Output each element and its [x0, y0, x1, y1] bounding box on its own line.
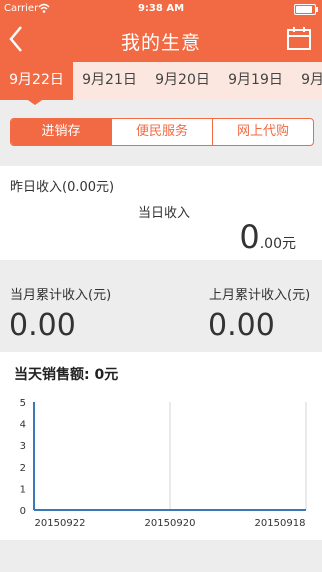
status-time: 9:38 AM: [137, 3, 185, 14]
segmented-control: 进销存 便民服务 网上代购: [10, 118, 314, 146]
segment-inventory[interactable]: 进销存: [11, 119, 111, 145]
yesterday-income: 昨日收入(0.00元): [10, 180, 115, 195]
date-tab[interactable]: 9月21日: [73, 62, 146, 100]
y-tick-label: 4: [20, 420, 26, 431]
date-tab[interactable]: 9月20日: [146, 62, 219, 100]
sales-card: 当天销售额: 0元 0 1 2 3 4 5 20150922 20150920 20150918: [0, 352, 322, 540]
page-title: 我的生意: [120, 32, 201, 54]
segment-services[interactable]: 便民服务: [112, 119, 212, 145]
calendar-button[interactable]: [286, 26, 312, 52]
this-month-value: 0.00: [9, 308, 76, 343]
date-tab[interactable]: 9月22日: [0, 62, 73, 100]
date-tab[interactable]: 9月18日: [292, 62, 322, 100]
today-income-value: 0.00元: [239, 218, 296, 256]
segment-area: 进销存 便民服务 网上代购: [0, 106, 322, 158]
x-tick-label: 20150920: [145, 518, 196, 529]
selected-date-pointer: [25, 98, 45, 105]
x-tick-label: 20150922: [35, 518, 86, 529]
y-tick-label: 0: [20, 506, 26, 517]
daily-sales-label: 当天销售额: 0元: [14, 367, 119, 383]
today-income-main: 0: [239, 218, 260, 256]
x-tick-label: 20150918: [255, 518, 306, 529]
y-tick-label: 2: [20, 463, 26, 474]
nav-bar: 我的生意: [0, 18, 322, 62]
income-card: 昨日收入(0.00元) 当日收入 0.00元: [0, 166, 322, 260]
y-tick-label: 5: [20, 398, 26, 409]
last-month-label: 上月累计收入(元): [209, 288, 311, 303]
this-month-label: 当月累计收入(元): [10, 288, 112, 303]
y-tick-label: 3: [20, 441, 26, 452]
date-tab[interactable]: 9月19日: [219, 62, 292, 100]
today-income-unit: .00元: [259, 236, 296, 252]
last-month-value: 0.00: [208, 308, 275, 343]
date-tabs: 9月22日 9月21日 9月20日 9月19日 9月18日: [0, 62, 322, 100]
sales-chart: 0 1 2 3 4 5 20150922 20150920 20150918: [20, 398, 307, 529]
monthly-income-card: 当月累计收入(元) 0.00 上月累计收入(元) 0.00: [0, 268, 322, 344]
segment-shopping[interactable]: 网上代购: [213, 119, 313, 145]
status-bar: Carrier 9:38 AM: [0, 0, 322, 18]
today-income-label: 当日收入: [138, 206, 191, 221]
battery-icon: [294, 4, 318, 15]
y-tick-label: 1: [20, 484, 26, 495]
calendar-icon: [287, 27, 311, 50]
